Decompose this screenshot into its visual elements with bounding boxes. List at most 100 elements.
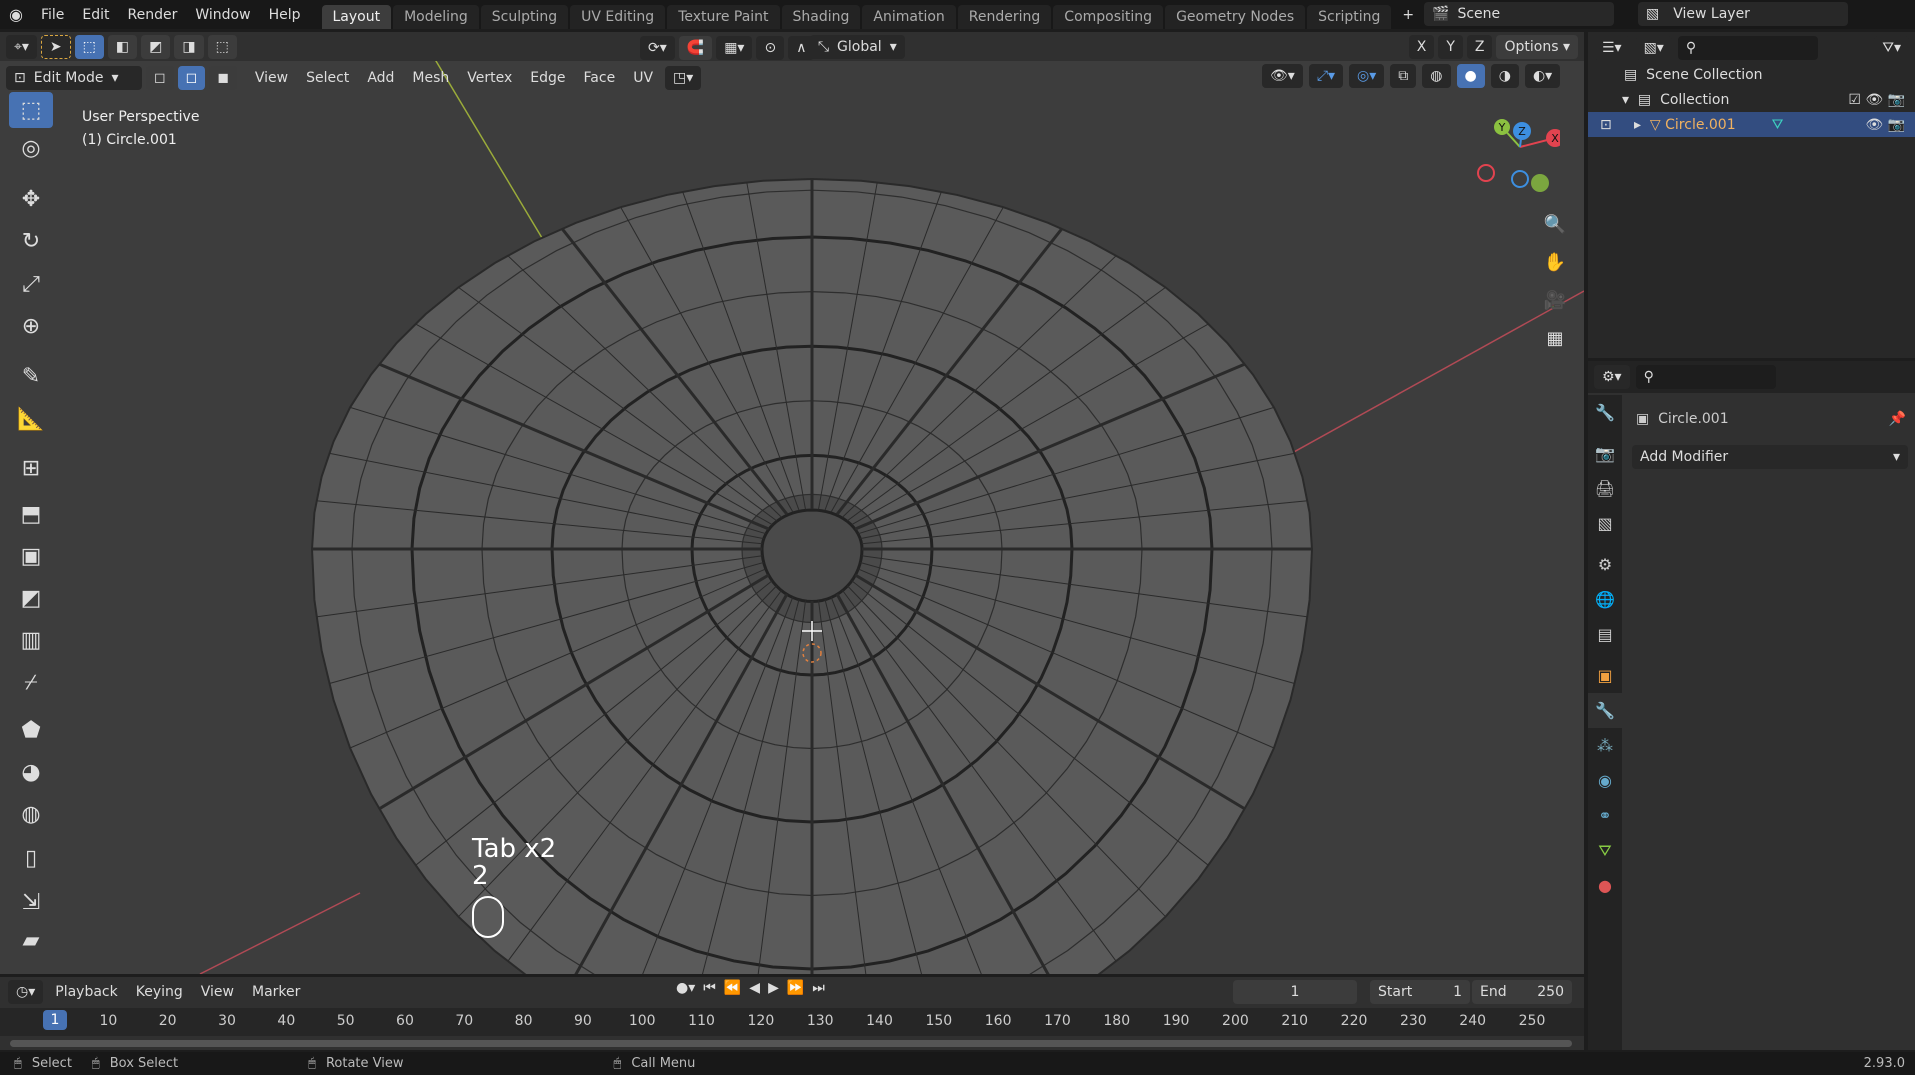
ortho-grid-icon[interactable]: ▦ <box>1540 323 1570 353</box>
gizmo-toggle[interactable]: ⤢▾ <box>1308 64 1344 88</box>
collection-visibility-icons[interactable]: ☑ 👁 📷 <box>1848 92 1905 108</box>
jump-end-button[interactable]: ⏭ <box>812 980 825 996</box>
edge-select-mode[interactable]: ◻ <box>177 65 206 90</box>
add-modifier-dropdown[interactable]: Add Modifier ▾ <box>1632 445 1908 469</box>
tab-scripting[interactable]: Scripting <box>1307 5 1392 29</box>
transform-tool-icon[interactable]: ⊕ <box>9 308 53 344</box>
tool-tab-icon[interactable]: 🔧 <box>1588 395 1622 430</box>
menu-select[interactable]: Select <box>298 67 357 89</box>
timeline-editor-type[interactable]: ◷▾ <box>8 979 44 1004</box>
xray-toggle[interactable]: ⧉ <box>1390 64 1417 88</box>
outliner-object-circle[interactable]: ⊡ ▸ ▽ Circle.001 ⛛ 👁 📷 <box>1588 112 1915 137</box>
tab-texture-paint[interactable]: Texture Paint <box>667 5 780 29</box>
shear-tool-icon[interactable]: ▰ <box>9 922 53 958</box>
edge-slide-tool-icon[interactable]: ▯ <box>9 840 53 876</box>
outliner-search[interactable]: ⚲ <box>1677 36 1818 60</box>
proportional-edit-toggle[interactable]: ⊙ <box>756 36 785 60</box>
mirror-y[interactable]: Y <box>1438 34 1463 59</box>
menu-view[interactable]: View <box>247 67 296 89</box>
bevel-tool-icon[interactable]: ◩ <box>9 580 53 616</box>
blender-logo-icon[interactable]: ◉ <box>0 5 32 24</box>
outliner-display-mode[interactable]: ☰▾ <box>1594 36 1630 60</box>
3d-viewport[interactable]: User Perspective (1) Circle.001 Tab x2 2… <box>0 61 1584 974</box>
loop-cut-tool-icon[interactable]: ▥ <box>9 622 53 658</box>
menu-edit[interactable]: Edit <box>73 7 118 23</box>
view-layer-tab-icon[interactable]: ▧ <box>1588 506 1622 541</box>
menu-window[interactable]: Window <box>186 7 259 23</box>
material-shading[interactable]: ◑ <box>1490 64 1519 88</box>
menu-render[interactable]: Render <box>119 7 187 23</box>
select-mode-intersect[interactable]: ⬚ <box>207 34 237 59</box>
menu-edge[interactable]: Edge <box>522 67 573 89</box>
falloff-dropdown[interactable]: ∧ <box>788 36 815 60</box>
menu-face[interactable]: Face <box>576 67 624 89</box>
face-select-mode[interactable]: ◼ <box>209 65 237 90</box>
transform-orientation-dropdown[interactable]: ⤡ Global ▾ <box>809 34 905 59</box>
physics-tab-icon[interactable]: ◉ <box>1588 763 1622 798</box>
snap-toggle[interactable]: 🧲 <box>678 36 713 60</box>
mode-dropdown[interactable]: ⊡ Edit Mode ▾ <box>6 65 142 90</box>
start-frame-field[interactable]: Start 1 <box>1370 980 1470 1004</box>
rotate-tool-icon[interactable]: ↻ <box>9 223 53 259</box>
measure-tool-icon[interactable]: 📐 <box>9 401 53 437</box>
scene-tab-icon[interactable]: ⚙ <box>1588 547 1622 582</box>
select-mode-extend[interactable]: ◧ <box>107 34 138 59</box>
zoom-icon[interactable]: 🔍 <box>1540 209 1570 239</box>
render-tab-icon[interactable]: 📷 <box>1588 436 1622 471</box>
world-tab-icon[interactable]: 🌐 <box>1588 582 1622 617</box>
tab-rendering[interactable]: Rendering <box>957 5 1052 29</box>
tab-sculpting[interactable]: Sculpting <box>480 5 569 29</box>
menu-uv[interactable]: UV <box>625 67 661 89</box>
add-workspace-button[interactable]: + <box>1393 7 1423 23</box>
tab-shading[interactable]: Shading <box>781 5 861 29</box>
scale-tool-icon[interactable]: ⤢ <box>9 266 53 302</box>
wireframe-shading[interactable]: ◍ <box>1422 64 1451 88</box>
play-reverse-button[interactable]: ◀ <box>749 980 760 996</box>
add-cube-tool-icon[interactable]: ⊞ <box>9 450 53 486</box>
timeline-scrollbar[interactable] <box>10 1040 1572 1047</box>
properties-search[interactable]: ⚲ <box>1635 365 1776 389</box>
editor-type-button[interactable]: ⌖▾ <box>6 34 37 59</box>
vertex-select-mode[interactable]: ◻ <box>146 65 174 90</box>
current-frame-field[interactable]: 1 <box>1233 980 1357 1004</box>
options-dropdown[interactable]: Options ▾ <box>1496 34 1578 59</box>
menu-mesh[interactable]: Mesh <box>404 67 457 89</box>
constraints-tab-icon[interactable]: ⚭ <box>1588 798 1622 833</box>
select-tool-button[interactable]: ➤ <box>40 34 71 59</box>
tab-uv-editing[interactable]: UV Editing <box>570 5 666 29</box>
end-frame-field[interactable]: End 250 <box>1472 980 1572 1004</box>
jump-start-button[interactable]: ⏮ <box>703 980 716 996</box>
tab-modeling[interactable]: Modeling <box>393 5 479 29</box>
mirror-z[interactable]: Z <box>1466 34 1493 59</box>
timeline-menu-marker[interactable]: Marker <box>244 981 308 1003</box>
solid-shading[interactable]: ● <box>1456 64 1485 88</box>
inset-faces-tool-icon[interactable]: ▣ <box>9 538 53 574</box>
output-tab-icon[interactable]: 🖨 <box>1588 471 1622 506</box>
tab-animation[interactable]: Animation <box>862 5 956 29</box>
mirror-x[interactable]: X <box>1408 34 1435 59</box>
camera-view-icon[interactable]: 🎥 <box>1540 285 1570 315</box>
annotate-tool-icon[interactable]: ✎ <box>9 358 53 394</box>
modifier-tab-icon[interactable]: 🔧 <box>1588 693 1622 728</box>
frame-ruler[interactable]: 1 10 20 30 40 50 60 70 80 90 100 110 120 130 140 150 160… <box>0 1008 1584 1036</box>
properties-editor-type[interactable]: ⚙▾ <box>1594 365 1630 389</box>
menu-vertex[interactable]: Vertex <box>459 67 520 89</box>
material-tab-icon[interactable]: ● <box>1588 868 1622 903</box>
pivot-point-dropdown[interactable]: ⟳▾ <box>640 36 675 60</box>
outliner-scene-collection[interactable]: ▤ Scene Collection <box>1588 62 1915 87</box>
pin-icon[interactable]: 📌 <box>1889 411 1906 427</box>
menu-add[interactable]: Add <box>359 67 402 89</box>
select-mode-new[interactable]: ⬚ <box>74 34 104 59</box>
snap-target-dropdown[interactable]: ▦▾ <box>716 36 753 60</box>
view-layer-selector[interactable]: ▧ View Layer <box>1638 2 1848 26</box>
collection-tab-icon[interactable]: ▤ <box>1588 617 1622 652</box>
tab-geometry-nodes[interactable]: Geometry Nodes <box>1165 5 1306 29</box>
object-visibility-icons[interactable]: 👁 📷 <box>1865 117 1905 133</box>
object-data-tab-icon[interactable]: ⛛ <box>1588 833 1622 868</box>
outliner-filter-view[interactable]: ▧▾ <box>1635 36 1672 60</box>
select-mode-invert[interactable]: ◨ <box>174 34 204 59</box>
pan-hand-icon[interactable]: ✋ <box>1540 247 1570 277</box>
poly-build-tool-icon[interactable]: ⬟ <box>9 712 53 748</box>
uv-sync-dropdown[interactable]: ◳▾ <box>665 65 702 90</box>
extrude-region-tool-icon[interactable]: ⬒ <box>9 496 53 532</box>
